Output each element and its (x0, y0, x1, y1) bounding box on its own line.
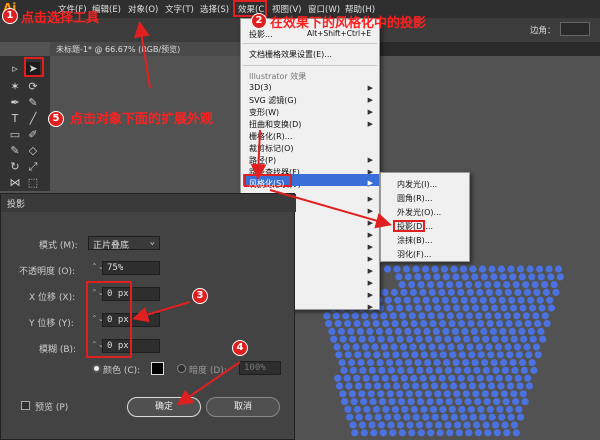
step-5-text: 点击对象下面的扩展外观 (70, 112, 214, 127)
step-2-badge: 2 (251, 13, 267, 29)
submenu-arrow-icon: ▶ (367, 179, 373, 187)
step-3-badge: 3 (192, 288, 208, 304)
step-5-badge: 5 (48, 111, 64, 127)
step-2-text: 在效果下的风格化中的投影 (270, 16, 427, 31)
step-1-text: 点击选择工具 (21, 11, 100, 26)
effect-menu-item[interactable]: 风格化(S) (249, 178, 284, 189)
annotation-arrows (132, 21, 392, 406)
step-4-badge: 4 (232, 340, 248, 356)
step-1-badge: 1 (2, 8, 18, 24)
